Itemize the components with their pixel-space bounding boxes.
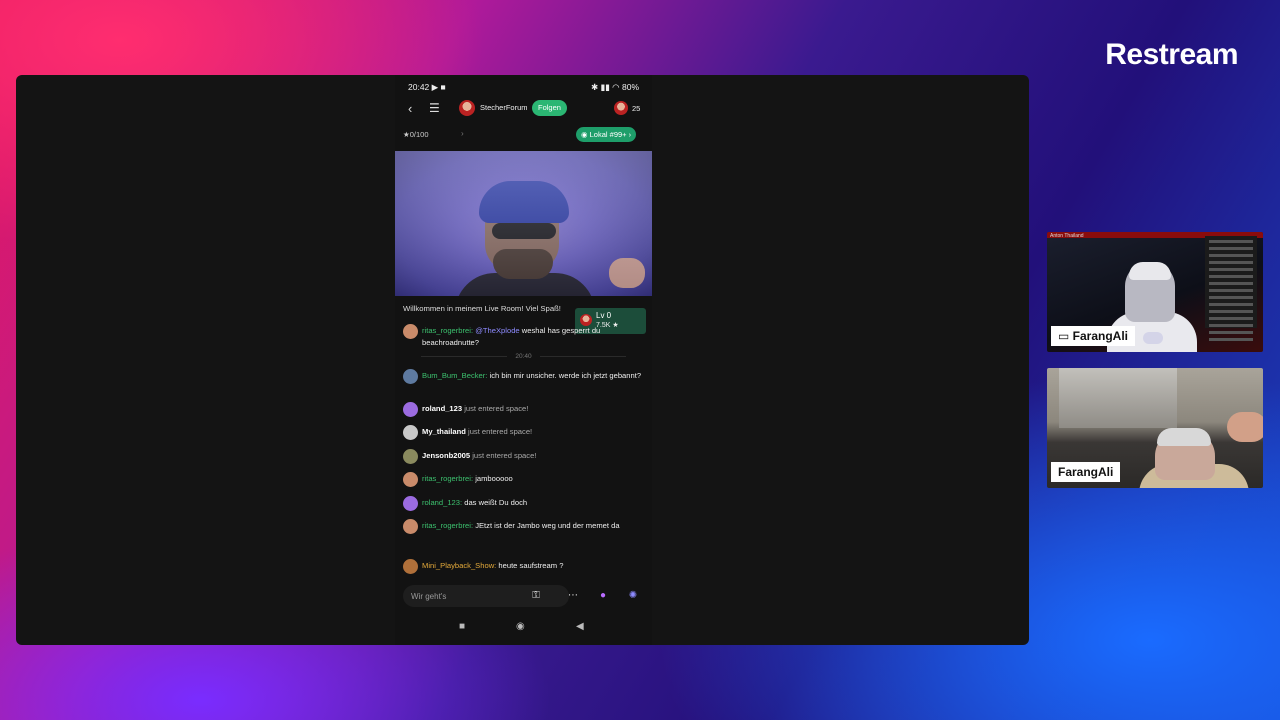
message-username[interactable]: ritas_rogerbrei: (422, 474, 473, 483)
user-avatar[interactable] (403, 496, 418, 511)
chat-timestamp: 20:40 (395, 353, 652, 360)
restream-logo: Restream (1105, 38, 1238, 71)
room-header: ‹ ☰ StecherForum Folgen 25 (395, 97, 652, 119)
video-overlay (395, 151, 652, 296)
level-label: Lv 0 (596, 311, 612, 320)
message-username[interactable]: Mini_Playback_Show: (422, 561, 496, 570)
message-text: ritas_rogerbrei: JEtzt ist der Jambo weg… (422, 520, 642, 532)
user-avatar[interactable] (403, 519, 418, 534)
chevron-right-icon[interactable]: › (461, 129, 464, 138)
more-icon[interactable]: ⋯ (565, 588, 581, 604)
status-icons: ✱ ▮▮ ◠ 80% (590, 81, 639, 92)
user-avatar[interactable] (403, 369, 418, 384)
guest-hair (1157, 428, 1211, 446)
message-body: just entered space! (465, 427, 533, 436)
tile-title: Anton Thailand (1050, 233, 1084, 239)
home-icon[interactable]: ◉ (516, 621, 525, 632)
message-body: ich bin mir unsicher. werde ich jetzt ge… (487, 371, 642, 380)
guest-name-label: FarangAli (1051, 462, 1121, 482)
back-arrow-icon[interactable]: ‹ (408, 101, 412, 116)
guest-arm (1227, 412, 1263, 442)
phone-stream: 20:42 ▶ ■ ✱ ▮▮ ◠ 80% ‹ ☰ StecherForum Fo… (395, 75, 652, 645)
channel-name[interactable]: StecherForum (480, 103, 528, 112)
user-avatar[interactable] (403, 324, 418, 339)
gift-icon[interactable]: ⚿ (528, 588, 544, 604)
channel-avatar[interactable] (459, 100, 475, 116)
sub-bar: ★0/100 › ◉ Lokal #99+ › (395, 125, 652, 145)
follow-button[interactable]: Folgen (532, 100, 567, 116)
message-username[interactable]: ritas_rogerbrei: (422, 521, 473, 530)
user-avatar[interactable] (403, 472, 418, 487)
message-text: Mini_Playback_Show: heute saufstream ? (422, 560, 642, 572)
message-text: ritas_rogerbrei: jambooooo (422, 473, 642, 485)
star-icon: ★ (403, 130, 410, 139)
guest-tile-1[interactable]: Anton Thailand ▭ FarangAli (1047, 232, 1263, 352)
status-time: 20:42 ▶ ■ (408, 81, 446, 92)
message-text: Bum_Bum_Becker: ich bin mir unsicher. we… (422, 370, 642, 382)
local-rank-badge[interactable]: ◉ Lokal #99+ › (576, 127, 637, 142)
user-avatar[interactable] (403, 449, 418, 464)
screen-share-icon: ▭ (1058, 329, 1073, 343)
tile-pill (1143, 332, 1163, 344)
message-text: Jensonb2005 just entered space! (422, 450, 642, 462)
menu-icon[interactable]: ☰ (429, 101, 440, 115)
wall-poster (1059, 368, 1177, 428)
user-avatar[interactable] (403, 402, 418, 417)
message-text: My_thailand just entered space! (422, 426, 642, 438)
message-body: just entered space! (470, 451, 537, 460)
message-body: jambooooo (473, 474, 513, 483)
message-username[interactable]: roland_123: (422, 498, 462, 507)
effects-icon[interactable]: ● (595, 588, 611, 604)
guest-name-label: ▭ FarangAli (1051, 326, 1136, 346)
android-navbar: ■ ◉ ◀ (395, 619, 652, 639)
message-body: JEtzt ist der Jambo weg und der memet da (473, 521, 620, 530)
message-username[interactable]: Bum_Bum_Becker: (422, 371, 487, 380)
viewer-avatar[interactable] (614, 101, 628, 115)
boost-icon[interactable]: ✺ (625, 588, 641, 604)
message-body: das weißt Du doch (462, 498, 528, 507)
message-text: roland_123: das weißt Du doch (422, 497, 642, 509)
message-mention[interactable]: @TheXplode (475, 326, 519, 335)
message-text: roland_123 just entered space! (422, 403, 642, 415)
user-avatar[interactable] (403, 425, 418, 440)
welcome-message: Willkommen in meinem Live Room! Viel Spa… (403, 304, 561, 313)
message-username[interactable]: Jensonb2005 (422, 451, 470, 460)
recents-icon[interactable]: ■ (459, 621, 465, 632)
message-username[interactable]: roland_123 (422, 404, 462, 413)
message-text: ritas_rogerbrei: @TheXplode weshal has g… (422, 325, 642, 348)
message-username[interactable]: ritas_rogerbrei: (422, 326, 473, 335)
guest-hair (1129, 262, 1171, 280)
message-body: heute saufstream ? (496, 561, 564, 570)
message-body: just entered space! (462, 404, 529, 413)
stream-video[interactable] (395, 151, 652, 296)
score-badge[interactable]: ★0/100 (403, 130, 429, 139)
chat-input[interactable] (403, 585, 569, 607)
location-icon: ◉ (581, 130, 590, 139)
tile-chat-screen (1205, 236, 1257, 341)
user-avatar[interactable] (403, 559, 418, 574)
guest-tile-2[interactable]: FarangAli (1047, 368, 1263, 488)
back-nav-icon[interactable]: ◀ (576, 621, 584, 632)
status-bar: 20:42 ▶ ■ ✱ ▮▮ ◠ 80% (395, 75, 652, 99)
viewer-count: 25 (632, 104, 641, 113)
message-username[interactable]: My_thailand (422, 427, 466, 436)
